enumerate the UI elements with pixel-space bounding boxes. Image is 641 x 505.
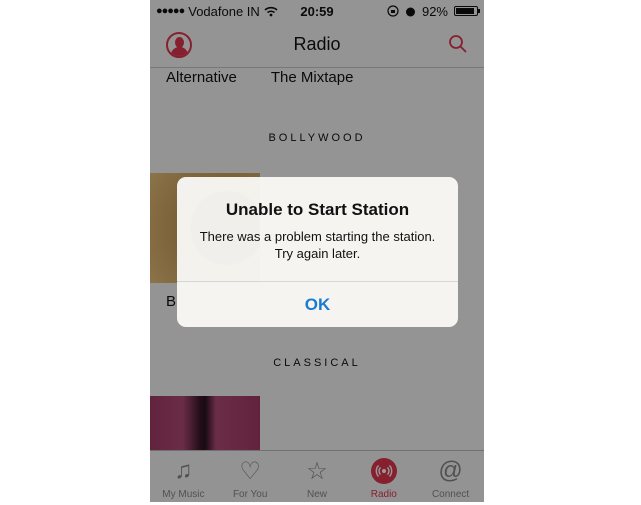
alert-dialog: Unable to Start Station There was a prob…: [177, 177, 458, 327]
ok-button[interactable]: OK: [177, 282, 458, 327]
alert-title: Unable to Start Station: [225, 200, 410, 219]
alert-message: There was a problem starting the station…: [199, 229, 436, 261]
phone-screen: ●●●●● Vodafone IN 20:59 92% Radio Altern…: [150, 0, 484, 502]
